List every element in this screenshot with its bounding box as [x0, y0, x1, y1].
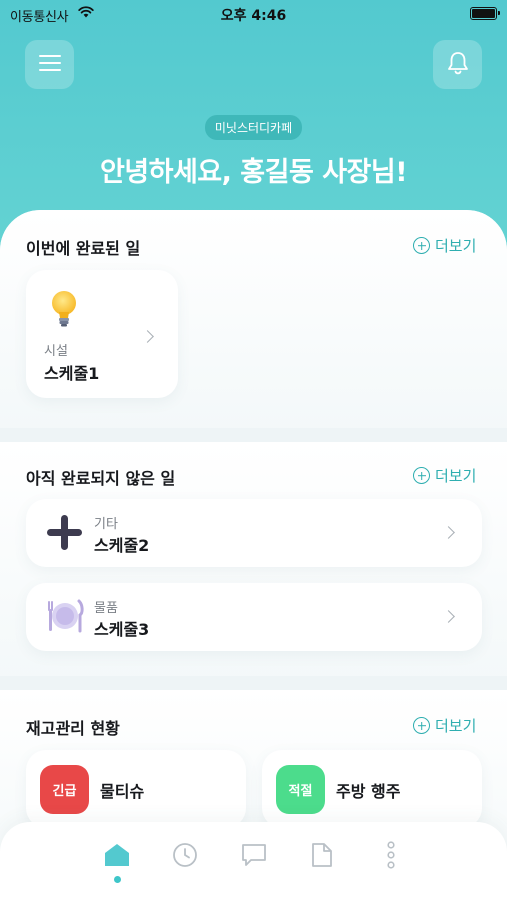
- task-category: 시설: [44, 344, 68, 359]
- completed-task-card[interactable]: 시설 스케줄1: [26, 270, 178, 398]
- bell-icon: [447, 51, 469, 79]
- more-vertical-icon: [386, 841, 396, 873]
- task-category: 물품: [94, 601, 118, 616]
- chevron-right-icon: [442, 610, 455, 623]
- pending-title: 아직 완료되지 않은 일: [26, 469, 176, 488]
- bottom-tab-bar: [0, 822, 507, 900]
- plate-cutlery-icon: [46, 597, 84, 639]
- chevron-right-icon: [442, 526, 455, 539]
- menu-button[interactable]: [25, 40, 74, 89]
- more-label: 더보기: [435, 717, 477, 735]
- hamburger-icon: [38, 54, 61, 76]
- task-name: 스케줄3: [94, 620, 150, 639]
- task-name: 스케줄1: [44, 364, 100, 383]
- inventory-item-card[interactable]: 긴급 물티슈: [26, 750, 246, 828]
- task-category: 기타: [94, 517, 118, 532]
- inventory-item-card[interactable]: 적절 주방 행주: [262, 750, 482, 828]
- clock-icon: [172, 842, 198, 872]
- inventory-more-button[interactable]: 더보기: [413, 715, 476, 736]
- section-divider: [0, 428, 507, 442]
- home-icon: [104, 843, 130, 871]
- greeting-title: 안녕하세요, 홍길동 사장님!: [99, 157, 408, 188]
- urgent-badge: 긴급: [40, 765, 89, 814]
- tab-history[interactable]: [170, 842, 200, 872]
- status-time: 오후 4:46: [220, 8, 287, 24]
- section-divider: [0, 676, 507, 690]
- completed-title: 이번에 완료된 일: [26, 239, 141, 258]
- completed-section: 이번에 완료된 일 더보기 시설 스케줄1: [0, 210, 507, 435]
- inventory-title: 재고관리 현황: [26, 719, 120, 738]
- content-sheet: 이번에 완료된 일 더보기 시설 스케줄1 아직 완료되지 않은 일 더보기 기…: [0, 210, 507, 900]
- chevron-right-icon: [141, 330, 154, 343]
- cafe-badge: 미닛스터디카페: [0, 115, 507, 140]
- plus-circle-icon: [413, 237, 430, 254]
- more-label: 더보기: [435, 237, 477, 255]
- task-name: 스케줄2: [94, 536, 150, 555]
- tab-documents[interactable]: [307, 842, 337, 872]
- tab-home[interactable]: [102, 842, 132, 872]
- tab-more[interactable]: [376, 841, 406, 873]
- inventory-item-name: 주방 행주: [336, 782, 401, 801]
- active-tab-indicator: [114, 876, 121, 883]
- notification-button[interactable]: [433, 40, 482, 89]
- status-bar: 이동통신사 오후 4:46: [0, 0, 507, 28]
- chat-icon: [241, 843, 267, 871]
- plus-circle-icon: [413, 467, 430, 484]
- cafe-name: 미닛스터디카페: [204, 115, 303, 140]
- pending-task-card[interactable]: 기타 스케줄2: [26, 499, 482, 567]
- lightbulb-icon: [50, 290, 78, 332]
- pending-more-button[interactable]: 더보기: [413, 465, 476, 486]
- completed-more-button[interactable]: 더보기: [413, 235, 476, 256]
- battery-icon: [470, 7, 500, 20]
- ok-badge: 적절: [276, 765, 325, 814]
- document-icon: [311, 842, 333, 872]
- pending-task-card[interactable]: 물품 스케줄3: [26, 583, 482, 651]
- more-label: 더보기: [435, 467, 477, 485]
- plus-circle-icon: [413, 717, 430, 734]
- inventory-item-name: 물티슈: [100, 782, 145, 801]
- pending-section: 아직 완료되지 않은 일 더보기 기타 스케줄2 물품 스케줄3: [0, 442, 507, 690]
- plus-icon: [46, 514, 83, 555]
- tab-chat[interactable]: [239, 842, 269, 872]
